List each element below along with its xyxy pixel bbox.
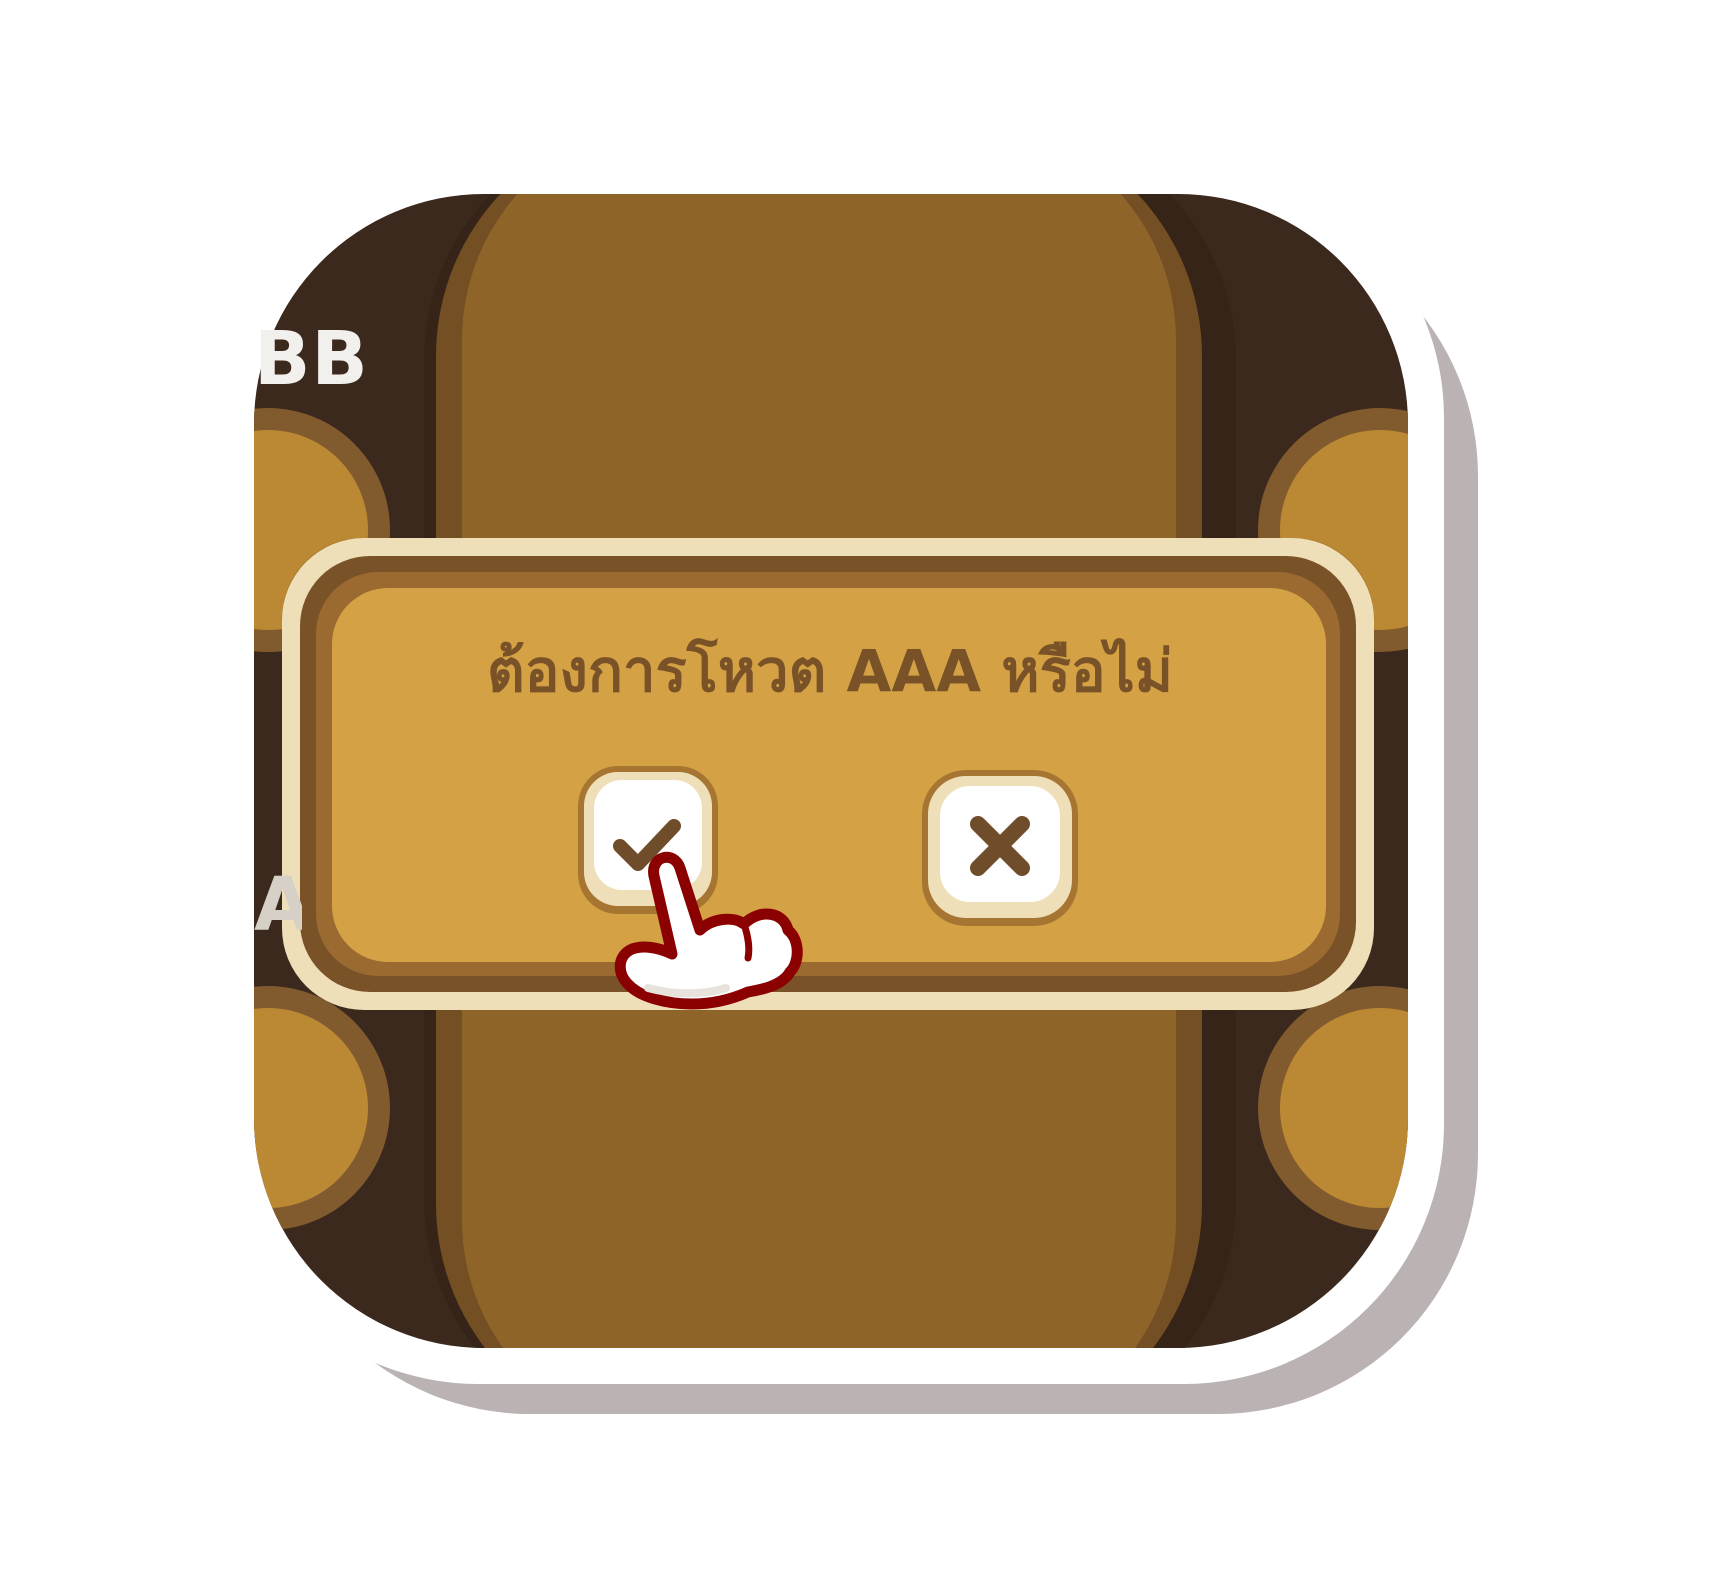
dialog-panel (282, 538, 1374, 1010)
confirm-vote-button[interactable] (578, 766, 718, 914)
player-label-top-left: BB (254, 316, 369, 402)
card-artwork (218, 158, 1478, 1414)
player-label-left-clip: A (254, 868, 302, 968)
player-label-left: A (254, 868, 302, 948)
vote-question: ต้องการโหวต AAA หรือไม่ (487, 637, 1173, 705)
vote-tutorial-card: BB A ต้องการโหวต AAA หรือไม่ (0, 0, 1722, 1578)
cancel-vote-button[interactable] (922, 770, 1078, 926)
